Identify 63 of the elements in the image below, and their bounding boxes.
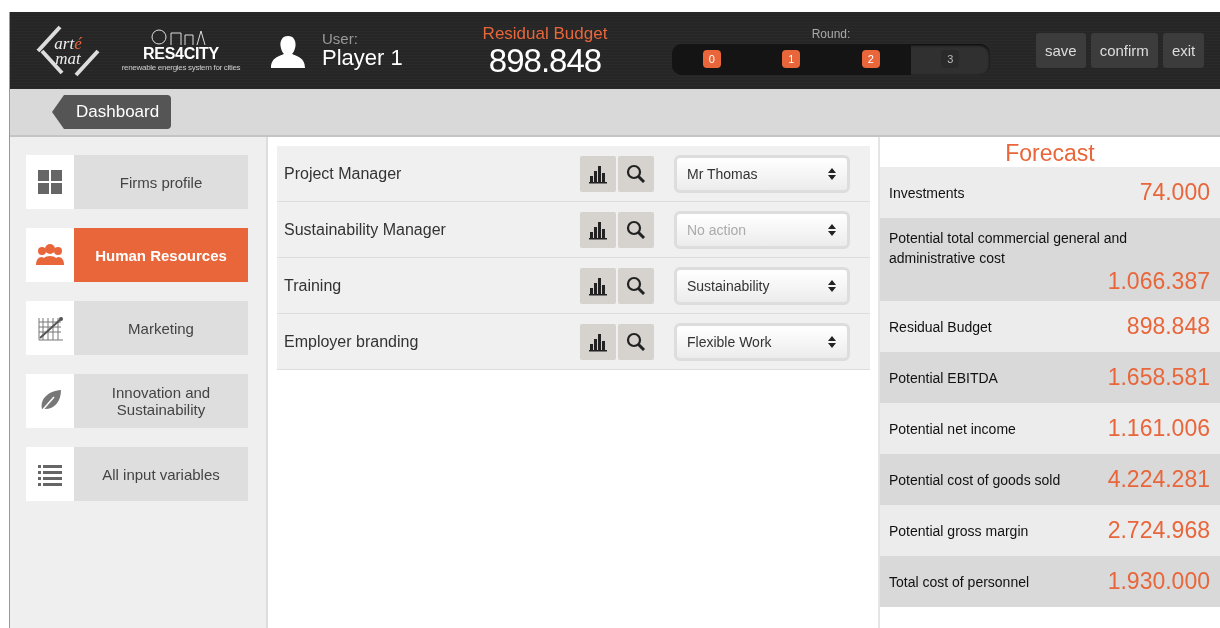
grid-icon [36,168,64,196]
forecast-label: Residual Budget [889,317,992,337]
forecast-value: 2.724.968 [1107,517,1210,544]
bar-chart-icon [588,275,608,296]
round-label: Round: [811,26,851,41]
forecast-label: Potential total commercial general and administrative cost [889,229,1129,268]
budget-label: Residual Budget [482,23,608,44]
row-label: Project Manager [284,164,403,183]
forecast-value: 898.848 [1126,313,1210,340]
row-label: Training [284,276,343,295]
sidebar-item[interactable]: Marketing [74,301,248,355]
sidebar-item[interactable]: All input variables [74,447,248,501]
budget-value: 898.848 [488,43,602,78]
sidebar-item[interactable]: Firms profile [74,155,248,209]
dropdown-field[interactable]: Mr Thomas [674,154,850,193]
search-icon [626,219,646,240]
up-down-caret-icon [827,222,837,237]
search-button[interactable] [618,155,654,192]
user-label: User: [322,31,359,46]
search-icon [626,275,646,296]
up-down-caret-icon [827,334,837,349]
logo-text: arté mat [54,35,82,66]
forecast-value: 1.930.000 [1107,568,1210,595]
user-icon [270,33,306,68]
forecast-value: 1.658.581 [1107,364,1210,391]
dashboard-back-button[interactable]: Dashboard [52,95,172,129]
forecast-label: Potential EBITDA [889,368,998,388]
forecast-label: Potential gross margin [889,521,1029,541]
forecast-value: 74.000 [1139,179,1210,206]
header-button[interactable]: exit [1162,33,1205,68]
header-button[interactable]: save [1036,33,1086,68]
bar-chart-icon [588,219,608,240]
forecast-label: Investments [889,183,965,203]
chart-button[interactable] [580,323,616,360]
up-down-caret-icon [827,278,837,293]
dropdown-field[interactable]: Sustainability [674,266,850,305]
search-icon [626,331,646,352]
forecast-value: 1.161.006 [1107,415,1210,442]
up-down-caret-icon [827,166,837,181]
search-button[interactable] [618,211,654,248]
forecast-label: Potential net income [889,419,1016,439]
forecast-value: 1.066.387 [1107,268,1210,295]
line-chart-icon [36,314,64,342]
row-label: Employer branding [284,332,420,351]
header-button[interactable]: confirm [1090,33,1158,68]
forecast-value: 4.224.281 [1107,466,1210,493]
chart-button[interactable] [580,267,616,304]
logo-text: RES4CITY [143,45,219,63]
forecast-label: Total cost of personnel [889,572,1030,592]
sidebar-item[interactable]: Innovation and Sustainability [74,374,248,428]
user-name: Player 1 [322,46,403,70]
bar-chart-icon [588,331,608,352]
search-button[interactable] [618,267,654,304]
search-button[interactable] [618,323,654,360]
chart-button[interactable] [580,211,616,248]
row-label: Sustainability Manager [284,220,447,239]
bar-chart-icon [588,163,608,184]
search-icon [626,163,646,184]
chart-button[interactable] [580,155,616,192]
logo-tagline: renewable energies system for cities [121,63,241,72]
dropdown-field[interactable]: Flexible Work [674,322,850,361]
forecast-label: Potential cost of goods sold [889,470,1061,490]
round-badge[interactable]: 3 [941,50,960,68]
